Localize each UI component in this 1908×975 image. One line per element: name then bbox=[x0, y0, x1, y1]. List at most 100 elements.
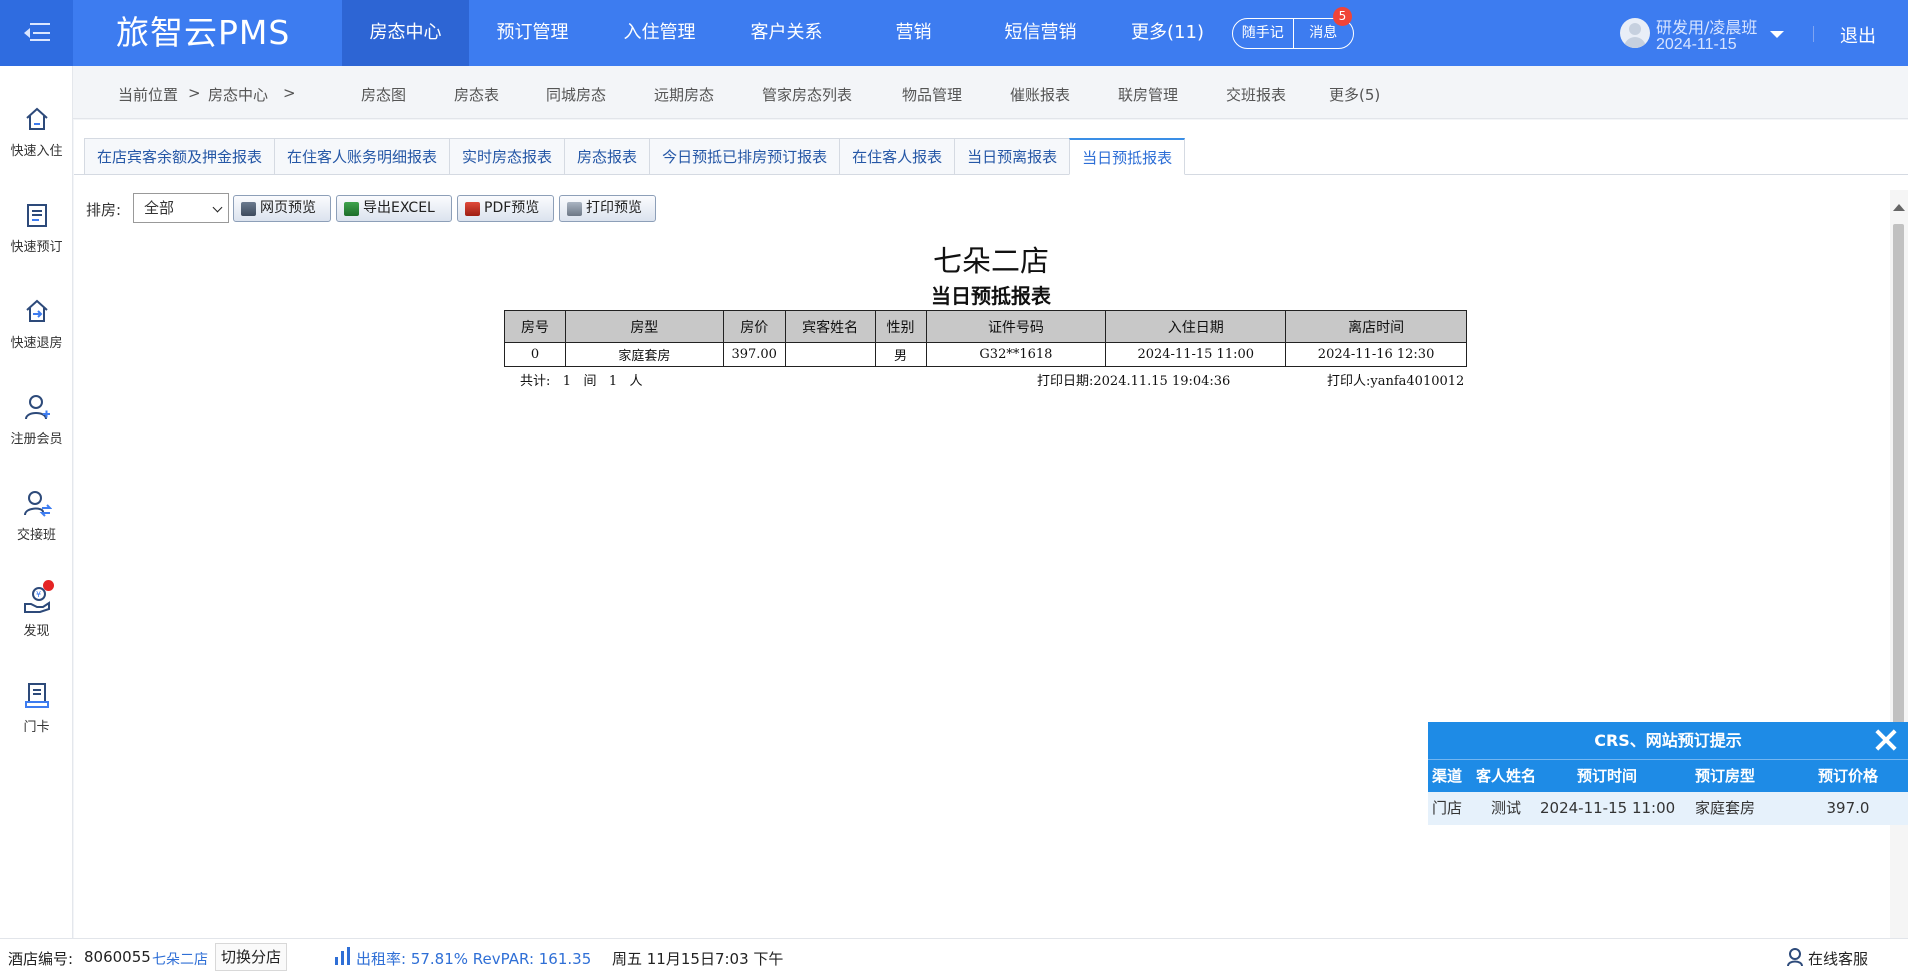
tab-today-arrival[interactable]: 当日预抵报表 bbox=[1069, 138, 1186, 175]
shift-handover-icon bbox=[22, 488, 52, 518]
web-preview-button[interactable]: 网页预览 bbox=[233, 195, 331, 222]
subnav-items[interactable]: 物品管理 bbox=[902, 84, 962, 105]
tab-guest-balance-deposit[interactable]: 在店宾客余额及押金报表 bbox=[84, 138, 275, 175]
tab-today-departure[interactable]: 当日预离报表 bbox=[954, 138, 1070, 175]
breadcrumb-separator: > bbox=[283, 84, 296, 102]
switch-branch-button[interactable]: 切换分店 bbox=[215, 943, 288, 971]
scroll-up-arrow-icon[interactable] bbox=[1893, 204, 1905, 211]
sub-nav: 当前位置 > 房态中心 > 房态图 房态表 同城房态 远期房态 管家房态列表 物… bbox=[73, 66, 1908, 119]
nav-room-status-center[interactable]: 房态中心 bbox=[342, 0, 469, 66]
room-filter-label: 排房: bbox=[86, 201, 122, 219]
subnav-city-room[interactable]: 同城房态 bbox=[546, 84, 606, 105]
subnav-room-table[interactable]: 房态表 bbox=[454, 84, 499, 105]
popup-cell-booking-time: 2024-11-15 11:00 bbox=[1540, 799, 1676, 817]
popup-cell-guest-name: 测试 bbox=[1490, 799, 1521, 817]
report-tabs: 在店宾客余额及押金报表 在住客人账务明细报表 实时房态报表 房态报表 今日预抵已… bbox=[84, 138, 1186, 175]
sidebar-item-room-card[interactable]: 门卡 bbox=[0, 680, 73, 735]
top-bar: 旅智云PMS 房态中心 预订管理 入住管理 客户关系 营销 短信营销 更多(11… bbox=[0, 0, 1908, 66]
report-print-date: 打印日期:2024.11.15 19:04:36 bbox=[1037, 374, 1231, 389]
subnav-room-map[interactable]: 房态图 bbox=[361, 84, 406, 105]
subnav-housekeeper-list[interactable]: 管家房态列表 bbox=[762, 84, 852, 105]
subnav-more[interactable]: 更多(5) bbox=[1329, 84, 1380, 105]
vertical-scrollbar[interactable] bbox=[1890, 190, 1908, 938]
cell-room-rate: 397.00 bbox=[722, 342, 786, 367]
popup-col-guest-name: 客人姓名 bbox=[1475, 767, 1536, 785]
sidebar-item-label: 注册会员 bbox=[10, 432, 63, 447]
user-date: 2024-11-15 bbox=[1656, 36, 1737, 53]
online-service-button[interactable]: 在线客服 bbox=[1808, 948, 1868, 969]
report-shop-name: 七朵二店 bbox=[932, 244, 1049, 278]
report-table: 房号 房型 房价 宾客姓名 性别 证件号码 入住日期 离店时间 0 家庭套房 3… bbox=[504, 310, 1467, 367]
breadcrumb-separator: > bbox=[188, 84, 201, 102]
occupancy-stats: 出租率: 57.81% RevPAR: 161.35 bbox=[356, 950, 592, 968]
popup-header: CRS、网站预订提示 bbox=[1428, 722, 1908, 759]
report-printer: 打印人:yanfa4010012 bbox=[1327, 374, 1465, 389]
tab-today-arrival-assigned[interactable]: 今日预抵已排房预订报表 bbox=[649, 138, 840, 175]
status-bar: 酒店编号: 8060055 七朵二店 切换分店 出租率: 57.81% RevP… bbox=[0, 938, 1908, 975]
nav-reservation[interactable]: 预订管理 bbox=[469, 0, 596, 66]
svg-text:¥: ¥ bbox=[36, 590, 41, 599]
popup-title: CRS、网站预订提示 bbox=[1594, 731, 1742, 750]
popup-col-room-type: 预订房型 bbox=[1694, 767, 1755, 785]
sidebar-item-label: 门卡 bbox=[23, 720, 50, 735]
avatar[interactable] bbox=[1620, 18, 1650, 48]
sidebar-item-label: 交接班 bbox=[16, 528, 56, 543]
chevron-down-icon bbox=[212, 202, 223, 213]
popup-col-booking-time: 预订时间 bbox=[1576, 767, 1637, 785]
message-count-badge: 5 bbox=[1333, 7, 1352, 26]
sidebar-item-quick-booking[interactable]: 快速预订 bbox=[0, 200, 73, 255]
logout-button[interactable]: 退出 bbox=[1840, 22, 1876, 48]
divider bbox=[1813, 26, 1814, 42]
scroll-thumb[interactable] bbox=[1893, 224, 1904, 724]
tab-inhouse-guest[interactable]: 在住客人报表 bbox=[839, 138, 955, 175]
subnav-linked-rooms[interactable]: 联房管理 bbox=[1118, 84, 1178, 105]
close-icon[interactable] bbox=[1874, 728, 1898, 752]
pdf-preview-button[interactable]: PDF预览 bbox=[457, 195, 554, 222]
card-icon bbox=[22, 680, 52, 710]
tab-realtime-room-status[interactable]: 实时房态报表 bbox=[449, 138, 565, 175]
hamburger-icon[interactable] bbox=[0, 0, 73, 66]
tab-room-status-report[interactable]: 房态报表 bbox=[564, 138, 650, 175]
hotel-name: 七朵二店 bbox=[152, 952, 208, 968]
home-icon bbox=[22, 104, 52, 134]
checkout-icon bbox=[22, 296, 52, 326]
cell-gender: 男 bbox=[874, 342, 927, 367]
cell-room-no: 0 bbox=[504, 342, 566, 367]
sidebar: 快速入住 快速预订 快速退房 注册会员 交接班 ¥ 发现 门卡 bbox=[0, 66, 73, 938]
popup-col-price: 预订价格 bbox=[1817, 767, 1878, 785]
nav-checkin[interactable]: 入住管理 bbox=[596, 0, 723, 66]
excel-icon bbox=[344, 202, 359, 216]
print-preview-button[interactable]: 打印预览 bbox=[559, 195, 656, 222]
export-excel-button[interactable]: 导出EXCEL bbox=[336, 195, 452, 222]
popup-columns: 渠道 客人姓名 预订时间 预订房型 预订价格 bbox=[1428, 759, 1908, 792]
user-name[interactable]: 研发用/凌晨班 bbox=[1656, 14, 1757, 38]
nav-customer[interactable]: 客户关系 bbox=[723, 0, 850, 66]
subnav-dunning-report[interactable]: 催账报表 bbox=[1010, 84, 1070, 105]
nav-more[interactable]: 更多(11) bbox=[1104, 0, 1231, 66]
popup-row[interactable]: 门店 测试 2024-11-15 11:00 家庭套房 397.0 bbox=[1428, 792, 1908, 825]
nav-marketing[interactable]: 营销 bbox=[850, 0, 977, 66]
chevron-down-icon[interactable] bbox=[1770, 31, 1784, 38]
sidebar-item-quick-checkin[interactable]: 快速入住 bbox=[0, 104, 73, 159]
hotel-no: 8060055 bbox=[84, 948, 151, 966]
nav-sms-marketing[interactable]: 短信营销 bbox=[977, 0, 1104, 66]
cell-checkout-time: 2024-11-16 12:30 bbox=[1285, 342, 1467, 367]
table-header-row: 房号 房型 房价 宾客姓名 性别 证件号码 入住日期 离店时间 bbox=[504, 310, 1467, 343]
cell-room-type: 家庭套房 bbox=[564, 342, 724, 367]
notification-dot bbox=[42, 580, 54, 591]
note-button[interactable]: 随手记 bbox=[1233, 19, 1293, 48]
col-guest-name: 宾客姓名 bbox=[784, 310, 876, 343]
sidebar-item-quick-checkout[interactable]: 快速退房 bbox=[0, 296, 73, 351]
subnav-future-room[interactable]: 远期房态 bbox=[654, 84, 714, 105]
subnav-shift-report[interactable]: 交班报表 bbox=[1226, 84, 1286, 105]
headset-icon bbox=[1786, 947, 1804, 971]
sidebar-item-discover[interactable]: ¥ 发现 bbox=[0, 580, 73, 639]
sidebar-item-register-member[interactable]: 注册会员 bbox=[0, 392, 73, 447]
breadcrumb-current[interactable]: 房态中心 bbox=[208, 84, 268, 105]
room-filter-select[interactable]: 全部 bbox=[133, 193, 229, 223]
sidebar-item-label: 快速预订 bbox=[10, 240, 63, 255]
crs-booking-popup: CRS、网站预订提示 渠道 客人姓名 预订时间 预订房型 预订价格 门店 测试 … bbox=[1428, 722, 1908, 825]
sidebar-item-shift-handover[interactable]: 交接班 bbox=[0, 488, 73, 543]
col-room-no: 房号 bbox=[504, 310, 566, 343]
tab-inhouse-account-detail[interactable]: 在住客人账务明细报表 bbox=[274, 138, 450, 175]
